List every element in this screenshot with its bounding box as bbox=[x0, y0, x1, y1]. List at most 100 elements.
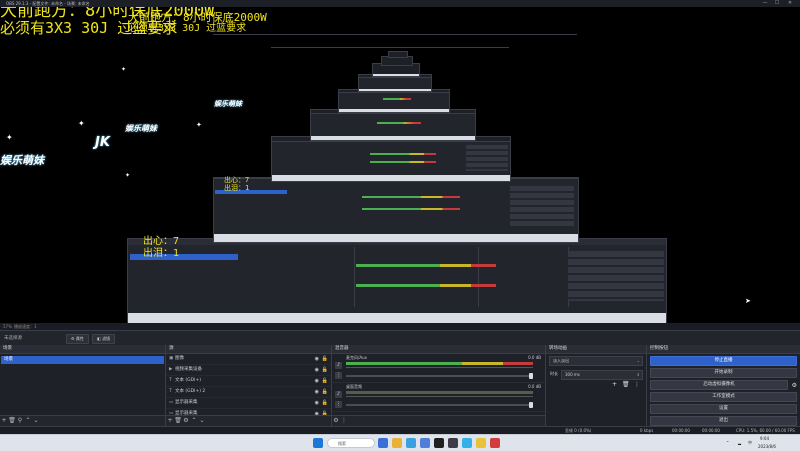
cursor-icon: ➤ bbox=[745, 297, 751, 305]
stepper-icon: ⇕ bbox=[636, 372, 640, 377]
source-item[interactable]: ▭ 显示器采集 ◉ 🔓 bbox=[166, 398, 331, 409]
mixer-footer: ⚙ ⋮ bbox=[332, 415, 545, 426]
meter-scale bbox=[346, 396, 533, 400]
preview-status: 57% 播放速度：1 bbox=[0, 323, 800, 330]
clock-time[interactable]: 9:04 bbox=[760, 435, 769, 443]
gear-icon[interactable]: ⚙ bbox=[182, 416, 190, 426]
add-icon[interactable]: + bbox=[612, 381, 617, 388]
filter-icon[interactable]: ⚲ bbox=[16, 416, 24, 426]
channel-name: 麦克风/Aux bbox=[346, 355, 367, 360]
network-icon[interactable]: ▂ bbox=[738, 435, 741, 451]
down-icon[interactable]: ⌄ bbox=[32, 416, 40, 426]
unlock-icon[interactable]: 🔓 bbox=[322, 387, 328, 397]
eye-icon[interactable]: ◉ bbox=[315, 376, 319, 386]
sparkle-icon: ✦ bbox=[125, 172, 131, 179]
transition-type-select[interactable]: 淡入淡出 ⌄ bbox=[549, 356, 643, 366]
mixer-channel: 桌面音频 0.0 dB ♪ ⋮ bbox=[332, 383, 545, 412]
maximize-button[interactable]: ☐ bbox=[772, 0, 782, 7]
minimize-button[interactable]: — bbox=[760, 0, 770, 7]
start-virtual-camera-button[interactable]: 启动虚拟摄像机 bbox=[650, 380, 788, 390]
tray-chevron-icon[interactable]: ⌃ bbox=[726, 435, 729, 451]
scenes-dock: 场景 场景 + 🗑 ⚲ ⌃ ⌄ bbox=[0, 345, 166, 426]
unlock-icon[interactable]: 🔓 bbox=[322, 398, 328, 408]
brand-text-tiny: 娱乐萌妹 bbox=[214, 100, 242, 108]
channel-db: 0.0 dB bbox=[528, 384, 541, 389]
edge-icon[interactable] bbox=[406, 438, 416, 448]
transitions-dock: 转场动画 淡入淡出 ⌄ 时长 300 ms ⇕ + 🗑 ⋮ bbox=[546, 345, 647, 426]
trash-icon[interactable]: 🗑 bbox=[622, 381, 630, 388]
settings-button[interactable]: 设置 bbox=[650, 404, 797, 414]
close-button[interactable]: ✕ bbox=[785, 0, 795, 7]
duration-input[interactable]: 300 ms ⇕ bbox=[561, 370, 643, 380]
sources-footer: + 🗑⚙ ⌃ ⌄ bbox=[166, 415, 331, 426]
nested-obs-window-2 bbox=[213, 177, 579, 243]
preview-canvas[interactable]: 大前跑方：8小时保底2000W 必须有3X3 30J 过篮要求 娱乐萌妹 JK … bbox=[0, 7, 800, 323]
brand-mark: JK bbox=[95, 135, 110, 150]
store-icon[interactable] bbox=[420, 438, 430, 448]
title-bar: OBS 29.1.3 - 配置文件: 未命名 - 场景: 未命名 — ☐ ✕ bbox=[0, 0, 800, 7]
chrome-icon[interactable] bbox=[476, 438, 486, 448]
speaker-icon[interactable]: ♪ bbox=[335, 391, 342, 398]
properties-button[interactable]: ⚙ 属性 bbox=[66, 334, 89, 344]
nested-obs-window-5 bbox=[338, 89, 450, 113]
add-icon[interactable]: + bbox=[0, 416, 8, 426]
studio-mode-button[interactable]: 工作室模式 bbox=[650, 392, 797, 402]
up-icon[interactable]: ⌃ bbox=[24, 416, 32, 426]
window-title: OBS 29.1.3 - 配置文件: 未命名 - 场景: 未命名 bbox=[6, 1, 90, 6]
nested-obs-window-4 bbox=[310, 109, 476, 141]
app-icon[interactable] bbox=[490, 438, 500, 448]
speaker-icon[interactable]: ♪ bbox=[335, 362, 342, 369]
task-view-icon[interactable] bbox=[378, 438, 388, 448]
mixer-dock: 混音器 麦克风/Aux 0.0 dB ♪ ⋮ 桌面音频 0.0 dB ♪ ⋮ ⚙… bbox=[332, 345, 546, 426]
brand-text: 娱乐萌妹 bbox=[0, 154, 44, 167]
unlock-icon[interactable]: 🔓 bbox=[322, 354, 328, 364]
unlock-icon[interactable]: 🔓 bbox=[322, 376, 328, 386]
windows-start-icon[interactable] bbox=[313, 438, 323, 448]
source-item[interactable]: T 文本 (GDI+) 2 ◉ 🔓 bbox=[166, 387, 331, 398]
taskbar-search[interactable]: 搜索 bbox=[327, 438, 375, 448]
more-icon[interactable]: ⋮ bbox=[340, 416, 348, 426]
counter-tear-small: 出泪：1 bbox=[224, 184, 250, 192]
scenes-footer: + 🗑 ⚲ ⌃ ⌄ bbox=[0, 415, 165, 426]
up-icon[interactable]: ⌃ bbox=[190, 416, 198, 426]
trash-icon[interactable]: 🗑 bbox=[174, 416, 182, 426]
taskbar: 搜索 ⌃ ▂ 中 9:04 2023/8/6 bbox=[0, 434, 800, 451]
app-icon[interactable] bbox=[434, 438, 444, 448]
add-icon[interactable]: + bbox=[166, 416, 174, 426]
start-recording-button[interactable]: 开始录制 bbox=[650, 368, 797, 378]
down-icon[interactable]: ⌄ bbox=[198, 416, 206, 426]
preview-speed: 播放速度：1 bbox=[14, 324, 37, 329]
filter-icon: ◧ bbox=[97, 336, 101, 341]
trash-icon[interactable]: 🗑 bbox=[8, 416, 16, 426]
source-toolbar: 未选择源 ⚙ 属性 ◧ 滤镜 bbox=[0, 330, 800, 346]
nested-obs-window-3 bbox=[271, 136, 511, 182]
file-explorer-icon[interactable] bbox=[392, 438, 402, 448]
exit-button[interactable]: 退出 bbox=[650, 416, 797, 426]
eye-icon[interactable]: ◉ bbox=[315, 365, 319, 375]
eye-icon[interactable]: ◉ bbox=[315, 387, 319, 397]
mixer-channel: 麦克风/Aux 0.0 dB ♪ ⋮ bbox=[332, 354, 545, 383]
gear-icon[interactable]: ⋮ bbox=[335, 401, 342, 408]
source-item[interactable]: ▣ 图像 ◉ 🔓 bbox=[166, 354, 331, 365]
filters-button[interactable]: ◧ 滤镜 bbox=[92, 334, 116, 344]
gear-icon[interactable]: ⚙ bbox=[332, 416, 340, 426]
app-icon[interactable] bbox=[462, 438, 472, 448]
gear-icon[interactable]: ⋮ bbox=[335, 372, 342, 379]
unlock-icon[interactable]: 🔓 bbox=[322, 365, 328, 375]
obs-icon[interactable] bbox=[448, 438, 458, 448]
more-icon[interactable]: ⋮ bbox=[634, 381, 640, 388]
gear-icon[interactable]: ⚙ bbox=[792, 382, 797, 389]
channel-db: 0.0 dB bbox=[528, 355, 541, 360]
volume-slider[interactable] bbox=[346, 402, 533, 408]
stop-streaming-button[interactable]: 停止直播 bbox=[650, 356, 797, 366]
volume-slider[interactable] bbox=[346, 373, 533, 379]
volume-meter bbox=[346, 362, 533, 365]
eye-icon[interactable]: ◉ bbox=[315, 354, 319, 364]
source-item[interactable]: ▶ 视频采集设备 ◉ 🔓 bbox=[166, 365, 331, 376]
scene-item[interactable]: 场景 bbox=[1, 356, 164, 364]
input-language[interactable]: 中 bbox=[748, 435, 752, 451]
eye-icon[interactable]: ◉ bbox=[315, 398, 319, 408]
source-item[interactable]: T 文本 (GDI+) ◉ 🔓 bbox=[166, 376, 331, 387]
channel-name: 桌面音频 bbox=[346, 384, 362, 389]
sparkle-icon: ✦ bbox=[78, 119, 85, 128]
